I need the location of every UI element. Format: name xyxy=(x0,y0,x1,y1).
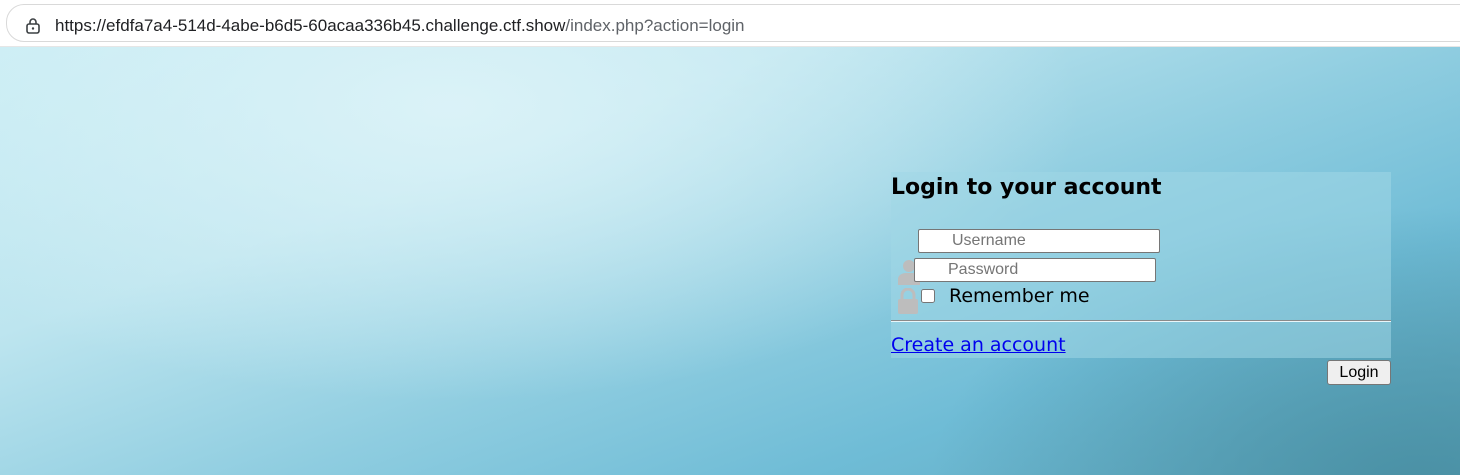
username-input[interactable] xyxy=(918,229,1160,253)
url-host: https://efdfa7a4-514d-4abe-b6d5-60acaa33… xyxy=(55,16,566,35)
page-viewport: Login to your account Remember me Create… xyxy=(0,47,1460,475)
create-account-link[interactable]: Create an account xyxy=(891,334,1066,356)
url-path: /index.php?action=login xyxy=(565,16,745,35)
divider xyxy=(891,320,1391,322)
remember-me-checkbox[interactable] xyxy=(921,289,935,303)
lock-icon xyxy=(898,288,918,314)
browser-toolbar: https://efdfa7a4-514d-4abe-b6d5-60acaa33… xyxy=(0,0,1460,47)
remember-me-label[interactable]: Remember me xyxy=(949,285,1090,307)
login-title: Login to your account xyxy=(891,175,1162,200)
address-bar[interactable]: https://efdfa7a4-514d-4abe-b6d5-60acaa33… xyxy=(6,4,1460,42)
site-info-icon[interactable] xyxy=(24,17,42,35)
url-text[interactable]: https://efdfa7a4-514d-4abe-b6d5-60acaa33… xyxy=(55,16,745,36)
password-input[interactable] xyxy=(914,258,1156,282)
login-button[interactable]: Login xyxy=(1327,360,1391,385)
login-panel: Login to your account Remember me Create… xyxy=(891,172,1391,358)
